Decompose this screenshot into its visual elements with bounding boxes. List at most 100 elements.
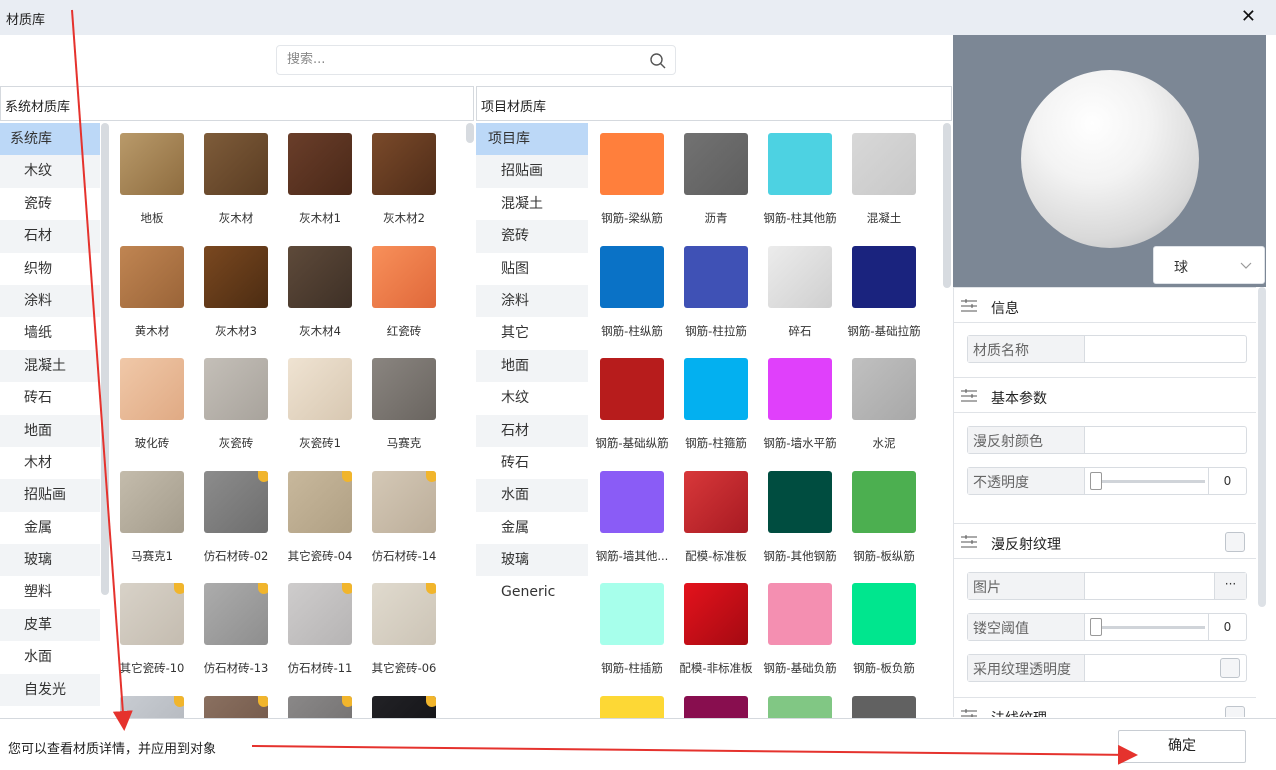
sidebar-item[interactable]: 混凝土: [0, 349, 100, 383]
material-tile[interactable]: 钢筋-板纵筋: [842, 461, 926, 573]
material-tile[interactable]: 马赛克1: [110, 461, 194, 573]
normal-texture-section-header[interactable]: 法线纹理: [954, 697, 1256, 717]
sidebar-item[interactable]: 木纹: [476, 382, 588, 414]
material-tile[interactable]: 钢筋-柱纵筋: [590, 236, 674, 348]
material-tile[interactable]: 马赛克: [362, 348, 446, 460]
sidebar-item[interactable]: 系统库: [0, 123, 100, 156]
material-tile[interactable]: [362, 686, 446, 718]
material-tile[interactable]: 钢筋-柱插筋: [590, 573, 674, 685]
sidebar-item[interactable]: 金属: [476, 512, 588, 544]
sidebar-item[interactable]: 玻璃: [0, 544, 100, 577]
material-tile[interactable]: 灰木材: [194, 123, 278, 235]
diffuse-texture-checkbox[interactable]: [1225, 532, 1245, 552]
sidebar-item[interactable]: 瓷砖: [476, 220, 588, 253]
material-tile[interactable]: [674, 686, 758, 718]
material-tile[interactable]: [110, 686, 194, 718]
material-tile[interactable]: 钢筋-梁纵筋: [590, 123, 674, 235]
material-tile[interactable]: 沥青: [674, 123, 758, 235]
sidebar-item[interactable]: 招贴画: [476, 155, 588, 188]
ok-button[interactable]: 确定: [1118, 730, 1246, 763]
sidebar-item[interactable]: 砖石: [0, 382, 100, 414]
cutout-slider-thumb[interactable]: [1090, 618, 1102, 636]
close-icon[interactable]: ✕: [1241, 6, 1256, 27]
project-grid-scrollbar[interactable]: [943, 123, 951, 288]
material-tile[interactable]: 灰木材3: [194, 236, 278, 348]
material-tile[interactable]: 钢筋-基础负筋: [758, 573, 842, 685]
sidebar-item[interactable]: 招贴画: [0, 479, 100, 512]
material-tile[interactable]: 钢筋-柱拉筋: [674, 236, 758, 348]
sidebar-item[interactable]: 水面: [0, 641, 100, 673]
material-tile[interactable]: 钢筋-柱其他筋: [758, 123, 842, 235]
cutout-slider-track[interactable]: [1102, 626, 1205, 629]
sidebar-item[interactable]: 墙纸: [0, 317, 100, 349]
material-tile[interactable]: 钢筋-墙水平筋: [758, 348, 842, 460]
material-tile[interactable]: 灰瓷砖1: [278, 348, 362, 460]
sidebar-item[interactable]: 砖石: [476, 447, 588, 479]
material-tile[interactable]: 仿石材砖-13: [194, 573, 278, 685]
material-tile[interactable]: 其它瓷砖-06: [362, 573, 446, 685]
browse-more-button[interactable]: ···: [1214, 573, 1246, 599]
sidebar-item[interactable]: 木纹: [0, 155, 100, 188]
sidebar-item[interactable]: 织物: [0, 253, 100, 285]
sidebar-item[interactable]: 塑料: [0, 576, 100, 608]
use-texture-alpha-checkbox[interactable]: [1220, 658, 1240, 678]
material-tile[interactable]: 钢筋-基础拉筋: [842, 236, 926, 348]
sidebar-item[interactable]: 地面: [0, 414, 100, 447]
material-tile[interactable]: 仿石材砖-11: [278, 573, 362, 685]
sidebar-item[interactable]: Generic: [476, 576, 588, 608]
opacity-field[interactable]: 不透明度 0: [967, 467, 1247, 495]
sidebar-item[interactable]: 涂料: [0, 284, 100, 318]
material-tile[interactable]: 钢筋-墙其他...: [590, 461, 674, 573]
use-texture-alpha-field[interactable]: 采用纹理透明度: [967, 654, 1247, 682]
material-tile[interactable]: 黄木材: [110, 236, 194, 348]
opacity-slider-thumb[interactable]: [1090, 472, 1102, 490]
material-tile[interactable]: 钢筋-其他钢筋: [758, 461, 842, 573]
diffuse-texture-section-header[interactable]: 漫反射纹理: [954, 523, 1256, 559]
properties-scrollbar[interactable]: [1258, 287, 1266, 607]
material-tile[interactable]: [194, 686, 278, 718]
normal-texture-checkbox[interactable]: [1225, 706, 1245, 717]
sidebar-item[interactable]: 金属: [0, 512, 100, 544]
search-icon[interactable]: [649, 52, 667, 70]
material-tile[interactable]: 红瓷砖: [362, 236, 446, 348]
sidebar-item[interactable]: 木材: [0, 447, 100, 479]
material-tile[interactable]: [842, 686, 926, 718]
material-tile[interactable]: 灰木材4: [278, 236, 362, 348]
material-tile[interactable]: 其它瓷砖-10: [110, 573, 194, 685]
opacity-value[interactable]: 0: [1208, 468, 1246, 494]
sidebar-item[interactable]: 贴图: [476, 253, 588, 285]
cutout-threshold-value[interactable]: 0: [1208, 614, 1246, 640]
material-tile[interactable]: 灰木材1: [278, 123, 362, 235]
material-tile[interactable]: 配模-非标准板: [674, 573, 758, 685]
sidebar-item[interactable]: 混凝土: [476, 188, 588, 220]
material-name-field[interactable]: 材质名称: [967, 335, 1247, 363]
opacity-slider-track[interactable]: [1102, 480, 1205, 483]
material-tile[interactable]: 钢筋-基础纵筋: [590, 348, 674, 460]
sidebar-item[interactable]: 玻璃: [476, 544, 588, 577]
material-tile[interactable]: 钢筋-板负筋: [842, 573, 926, 685]
material-tile[interactable]: 地板: [110, 123, 194, 235]
sidebar-item[interactable]: 石材: [0, 220, 100, 253]
sidebar-item[interactable]: 瓷砖: [0, 188, 100, 220]
sidebar-item[interactable]: 皮革: [0, 608, 100, 642]
cutout-threshold-field[interactable]: 镂空阈值 0: [967, 613, 1247, 641]
preview-shape-select[interactable]: 球: [1153, 246, 1265, 284]
project-root-item[interactable]: 项目库: [476, 123, 588, 156]
basic-params-section-header[interactable]: 基本参数: [954, 377, 1256, 413]
material-tile[interactable]: 仿石材砖-02: [194, 461, 278, 573]
sidebar-item[interactable]: 地面: [476, 349, 588, 383]
material-tile[interactable]: 混凝土: [842, 123, 926, 235]
material-tile[interactable]: 灰瓷砖: [194, 348, 278, 460]
texture-image-field[interactable]: 图片 ···: [967, 572, 1247, 600]
sidebar-item[interactable]: 水面: [476, 479, 588, 512]
info-section-header[interactable]: 信息: [954, 287, 1256, 323]
material-tile[interactable]: 其它瓷砖-04: [278, 461, 362, 573]
material-tile[interactable]: 灰木材2: [362, 123, 446, 235]
sidebar-item[interactable]: 石材: [476, 414, 588, 447]
diffuse-color-field[interactable]: 漫反射颜色: [967, 426, 1247, 454]
sidebar-item[interactable]: 涂料: [476, 284, 588, 318]
material-tile[interactable]: 碎石: [758, 236, 842, 348]
sidebar-item[interactable]: 自发光: [0, 673, 100, 707]
system-category-scrollbar[interactable]: [101, 123, 109, 595]
material-tile[interactable]: [758, 686, 842, 718]
